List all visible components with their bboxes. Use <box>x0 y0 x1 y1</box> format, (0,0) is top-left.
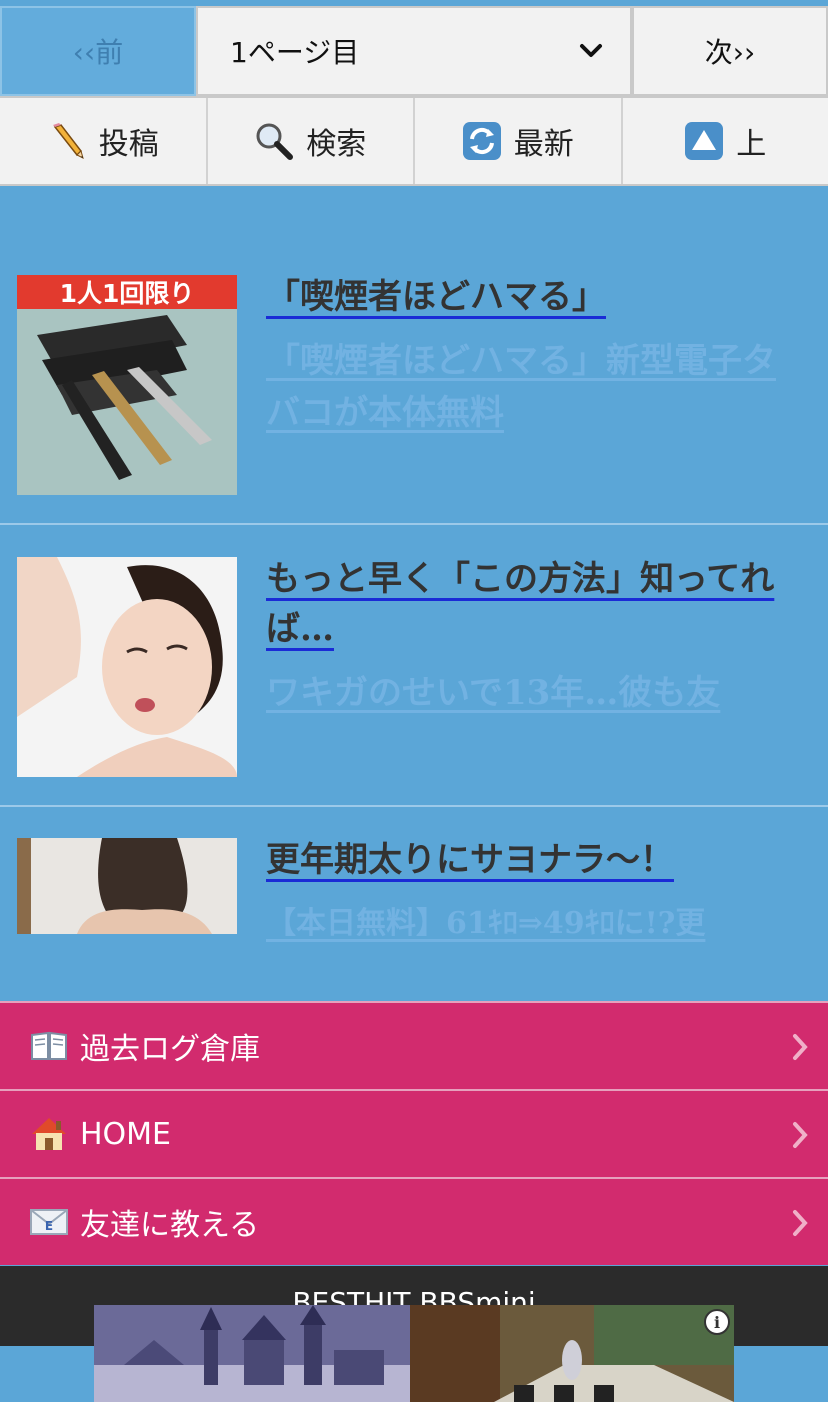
ad-badge: 1人1回限り <box>60 279 195 308</box>
ad-title[interactable]: 更年期太りにサヨナラ〜！ <box>266 835 786 885</box>
chevron-right-icon <box>793 1034 808 1060</box>
chevron-right-icon <box>793 1210 808 1236</box>
ad-thumbnail-ecig[interactable]: 1人1回限り <box>17 275 237 495</box>
search-button[interactable]: 検索 <box>208 98 415 184</box>
top-label: 上 <box>736 127 767 162</box>
menu-item-archive[interactable]: 過去ログ倉庫 <box>0 1001 828 1089</box>
ad-title[interactable]: もっと早く「この方法」知ってれば… <box>266 554 786 654</box>
menu-item-label: 過去ログ倉庫 <box>80 1032 260 1067</box>
refresh-button[interactable]: 最新 <box>415 98 623 184</box>
prev-page-button[interactable]: ‹‹前 <box>0 6 196 96</box>
menu-item-home[interactable]: HOME <box>0 1089 828 1177</box>
menu: 過去ログ倉庫 HOME E 友達に教える <box>0 1001 828 1265</box>
page-select[interactable]: 1ページ目 <box>196 6 632 96</box>
magnifier-icon <box>256 123 294 160</box>
ad-item[interactable]: もっと早く「この方法」知ってれば… ワキガのせいで13年…彼も友 <box>0 557 828 787</box>
menu-item-label: 友達に教える <box>80 1208 260 1243</box>
divider <box>0 523 828 525</box>
menu-item-share[interactable]: E 友達に教える <box>0 1177 828 1265</box>
ad-title[interactable]: 「喫煙者ほどハマる」 <box>266 272 786 322</box>
ad-thumbnail-woman[interactable] <box>17 557 237 777</box>
svg-text:E: E <box>45 1219 53 1233</box>
chevron-down-icon <box>580 44 602 57</box>
search-label: 検索 <box>306 127 367 162</box>
refresh-icon <box>462 122 501 160</box>
ad-title-text[interactable]: 「喫煙者ほどハマる」 <box>266 277 606 317</box>
page-select-value: 1ページ目 <box>230 36 360 69</box>
scroll-top-button[interactable]: 上 <box>623 98 828 184</box>
pager: ‹‹前 1ページ目 次›› <box>0 0 828 96</box>
next-page-button[interactable]: 次›› <box>632 6 828 96</box>
ad-title-text[interactable]: もっと早く「この方法」知ってれば… <box>266 559 774 649</box>
up-triangle-icon <box>685 122 724 160</box>
ad-info-icon[interactable]: i <box>704 1309 730 1335</box>
divider <box>0 805 828 807</box>
post-button[interactable]: 投稿 <box>0 98 208 184</box>
ad-title-text[interactable]: 更年期太りにサヨナラ〜！ <box>266 840 674 880</box>
post-label: 投稿 <box>98 127 159 162</box>
book-icon <box>31 1031 67 1060</box>
ad-description[interactable]: ワキガのせいで13年…彼も友 <box>266 667 786 719</box>
ad-thumbnail-back[interactable] <box>17 838 237 934</box>
pencil-icon <box>52 123 84 159</box>
chevron-right-icon <box>793 1122 808 1148</box>
banner-image[interactable] <box>94 1305 734 1402</box>
email-icon: E <box>30 1209 68 1235</box>
bottom-banner-ad[interactable]: i <box>94 1305 734 1402</box>
house-icon <box>32 1118 66 1150</box>
ad-item[interactable]: 更年期太りにサヨナラ〜！ 【本日無料】61ｷﾛ⇒49ｷﾛに!?更 <box>0 838 828 968</box>
toolbar: 投稿 検索 最新 上 <box>0 96 828 186</box>
ad-description[interactable]: 「喫煙者ほどハマる」新型電子タバコが本体無料 <box>266 335 786 439</box>
menu-item-label: HOME <box>80 1116 172 1152</box>
ad-item[interactable]: 1人1回限り 「喫煙者ほどハマる」 「喫煙者ほどハマる」新型電子タバコが本体無料 <box>0 275 828 505</box>
ad-description[interactable]: 【本日無料】61ｷﾛ⇒49ｷﾛに!?更 <box>266 898 786 944</box>
refresh-label: 最新 <box>513 127 574 162</box>
